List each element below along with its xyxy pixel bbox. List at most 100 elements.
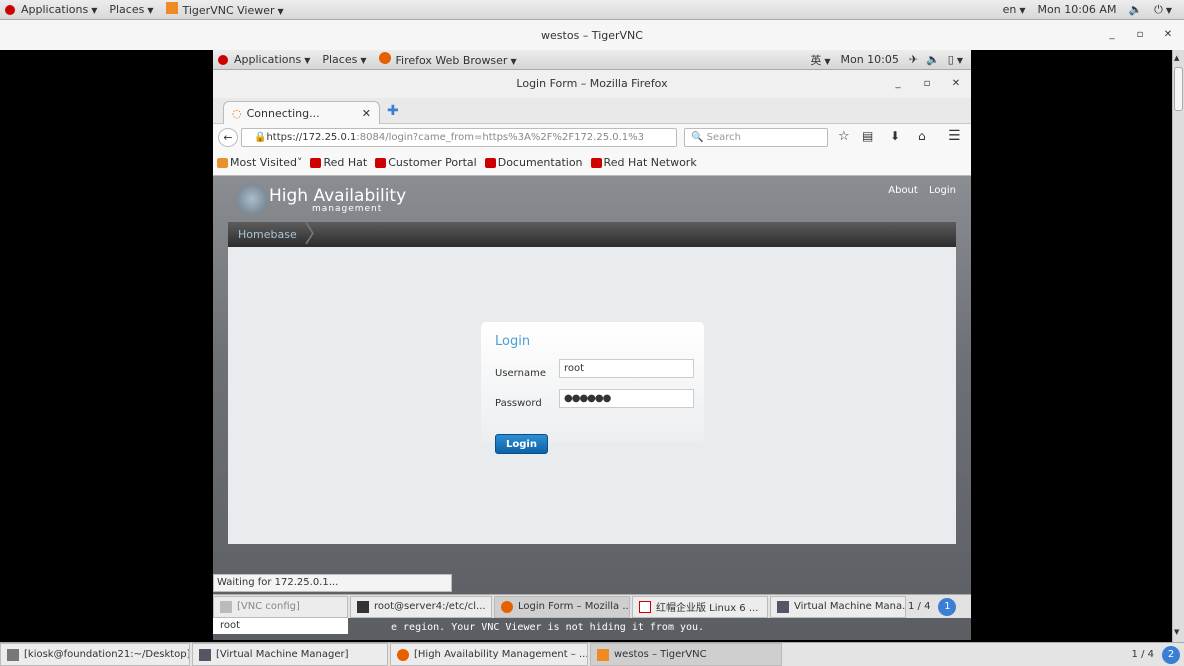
applications-menu[interactable]: Applications ▼ [213, 53, 310, 66]
close-button[interactable]: ✕ [1158, 20, 1178, 50]
scrollbar-thumb[interactable] [1174, 67, 1183, 111]
clock[interactable]: Mon 10:05 [840, 53, 898, 66]
brand-subtitle: management [312, 204, 383, 214]
tigervnc-icon [597, 648, 609, 661]
airplane-icon[interactable]: ✈ [909, 53, 918, 66]
search-icon: 🔍 [691, 132, 704, 143]
password-input[interactable]: ●●●●●● [559, 389, 694, 408]
vertical-scrollbar[interactable]: ▲ ▼ [1172, 50, 1184, 642]
bookmark-customer-portal[interactable]: Customer Portal [375, 156, 477, 169]
vnc-window-titlebar: westos – TigerVNC _ ▫ ✕ [0, 20, 1184, 50]
about-link[interactable]: About [888, 185, 918, 196]
folder-icon [217, 157, 228, 168]
breadcrumb-separator: 〉 [304, 220, 328, 248]
brand-title: High Availability [269, 186, 407, 206]
breadcrumb-homebase[interactable]: Homebase [238, 222, 297, 247]
firefox-titlebar: Login Form – Mozilla Firefox _ ▫ ✕ [213, 70, 971, 98]
task-virt-manager[interactable]: [Virtual Machine Manager] [192, 643, 388, 666]
login-link[interactable]: Login [929, 185, 956, 196]
minimize-button[interactable]: _ [888, 70, 908, 98]
task-firefox[interactable]: Login Form – Mozilla ... [494, 595, 630, 618]
maximize-button[interactable]: ▫ [1130, 20, 1150, 50]
breadcrumb: Homebase 〉 [228, 222, 956, 247]
header-links: About Login [880, 185, 956, 196]
task-terminal[interactable]: root@server4:/etc/cl... [350, 595, 492, 618]
app-menu[interactable]: TigerVNC Viewer ▼ [165, 2, 284, 17]
places-menu[interactable]: Places ▼ [322, 53, 366, 66]
host-taskbar: [kiosk@foundation21:~/Desktop] [Virtual … [0, 642, 1184, 666]
app-menu[interactable]: Firefox Web Browser ▼ [378, 52, 517, 67]
maximize-button[interactable]: ▫ [917, 70, 937, 98]
guest-taskbar: [VNC config] root@server4:/etc/cl... Log… [213, 594, 971, 618]
redhat-icon [5, 5, 15, 15]
task-vnc-config[interactable]: [VNC config] [213, 595, 348, 618]
workspace-pager[interactable]: 1 / 41 [908, 597, 957, 616]
close-tab-icon[interactable]: ✕ [362, 107, 371, 120]
task-virt-manager[interactable]: Virtual Machine Mana... [770, 595, 906, 618]
close-button[interactable]: ✕ [946, 70, 966, 98]
login-button[interactable]: Login [495, 434, 548, 454]
window-title: westos – TigerVNC [541, 28, 643, 42]
bookmark-red-hat[interactable]: Red Hat [310, 156, 367, 169]
scroll-up-icon[interactable]: ▲ [1174, 54, 1183, 64]
task-rhel-doc[interactable]: 红帽企业版 Linux 6 ... [632, 595, 768, 618]
places-menu[interactable]: Places ▼ [109, 3, 153, 16]
tigervnc-icon [165, 2, 178, 14]
clock[interactable]: Mon 10:06 AM [1038, 3, 1117, 16]
status-bar: Waiting for 172.25.0.1... [213, 574, 452, 592]
minimize-button[interactable]: _ [1102, 20, 1122, 50]
language-menu[interactable]: en ▼ [1003, 3, 1026, 16]
guest-top-bar: Applications ▼ Places ▼ Firefox Web Browse… [213, 50, 971, 70]
username-label: Username [495, 368, 546, 379]
root-label: root [213, 618, 348, 634]
vnc-message: e region. Your VNC Viewer is not hiding … [391, 622, 705, 633]
page-content: High Availability management About Login… [213, 176, 971, 640]
bookmark-star-icon[interactable]: ☆ [838, 129, 850, 144]
redhat-icon [375, 157, 387, 168]
search-input[interactable]: 🔍 Search [684, 128, 828, 147]
task-tigervnc[interactable]: westos – TigerVNC [590, 643, 782, 666]
download-icon[interactable]: ⬇ [890, 129, 900, 143]
bookmark-documentation[interactable]: Documentation [484, 156, 583, 169]
volume-icon[interactable]: 🔈 [926, 53, 940, 66]
home-icon[interactable]: ⌂ [918, 129, 926, 143]
firefox-icon [397, 648, 409, 661]
bookmark-red-hat-network[interactable]: Red Hat Network [590, 156, 697, 169]
workspace-indicator[interactable]: 2 [1162, 645, 1180, 664]
main-panel: Login Username root Password ●●●●●● Logi… [228, 247, 956, 544]
firefox-icon [378, 52, 391, 64]
terminal-icon [357, 600, 369, 613]
tab-connecting[interactable]: ◌ Connecting... ✕ [223, 101, 380, 124]
window-icon [220, 600, 232, 613]
menu-icon[interactable]: ☰ [948, 128, 961, 144]
applications-menu[interactable]: Applications ▼ [0, 3, 97, 16]
url-bar[interactable]: 🔒https://172.25.0.1:8084/login?came_from… [241, 128, 677, 147]
window-title: Login Form – Mozilla Firefox [516, 77, 668, 90]
task-firefox[interactable]: [High Availability Management – ... [390, 643, 588, 666]
input-method-menu[interactable]: 英 ▼ [810, 52, 830, 68]
reading-list-icon[interactable]: ▤ [862, 129, 873, 143]
document-icon [639, 600, 651, 613]
workspace-pager[interactable]: 1 / 42 [1132, 645, 1180, 664]
bookmark-most-visited[interactable]: Most Visited ˅ [217, 156, 302, 169]
back-button[interactable]: ← [218, 128, 238, 147]
redhat-icon [484, 157, 496, 168]
battery-icon[interactable]: ▯ ▼ [948, 53, 963, 66]
loading-spinner-icon: ◌ [232, 106, 242, 120]
navigation-toolbar: ← 🔒https://172.25.0.1:8084/login?came_fr… [213, 124, 971, 150]
task-terminal[interactable]: [kiosk@foundation21:~/Desktop] [0, 643, 190, 666]
host-top-bar: Applications ▼ Places ▼ TigerVNC Viewer ▼ e… [0, 0, 1184, 20]
workspace-indicator[interactable]: 1 [938, 597, 957, 616]
vm-manager-icon [199, 648, 211, 661]
lock-icon: 🔒 [254, 132, 267, 143]
login-heading: Login [495, 334, 531, 349]
login-form: Login Username root Password ●●●●●● Logi… [481, 322, 704, 454]
terminal-icon [7, 648, 19, 661]
vnc-remote-screen[interactable]: Applications ▼ Places ▼ Firefox Web Browse… [213, 50, 971, 642]
password-label: Password [495, 398, 542, 409]
scroll-down-icon[interactable]: ▼ [1174, 628, 1183, 638]
new-tab-button[interactable]: ✚ [387, 103, 399, 119]
power-icon[interactable]: ⏻ ▼ [1154, 3, 1172, 17]
volume-icon[interactable]: 🔈 [1128, 3, 1142, 16]
username-input[interactable]: root [559, 359, 694, 378]
